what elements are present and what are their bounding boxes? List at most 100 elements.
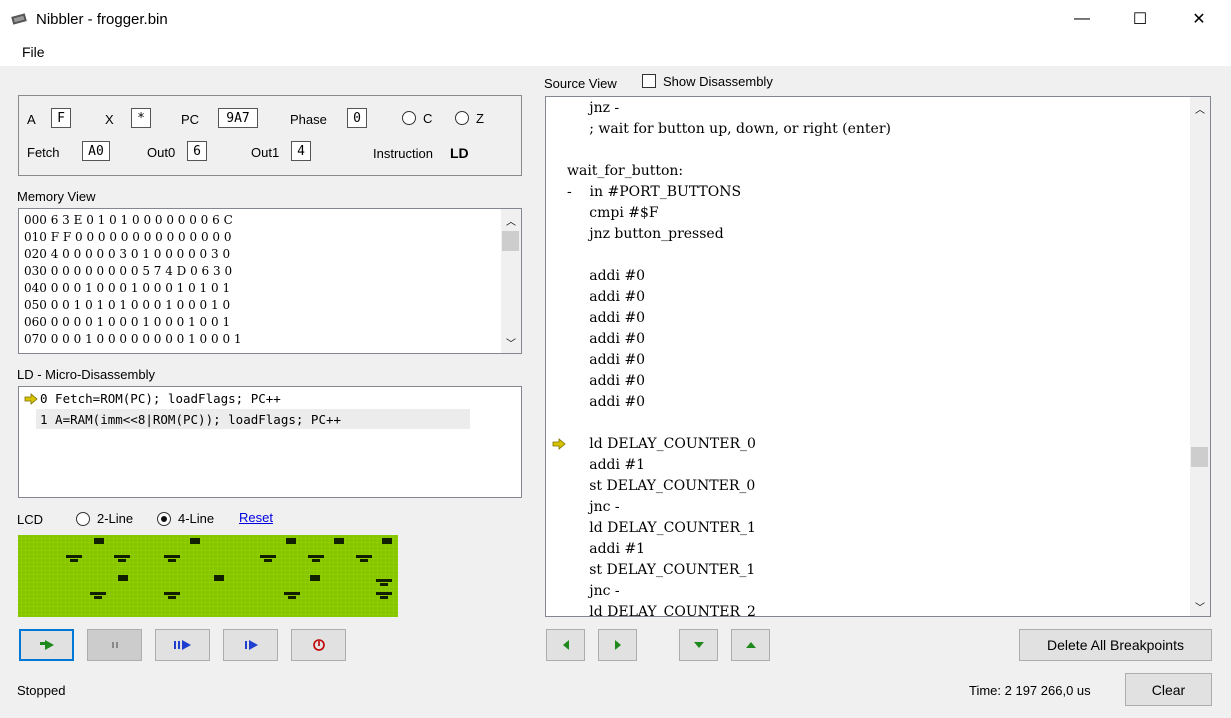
- scroll-up-icon[interactable]: ︿: [506, 213, 516, 228]
- source-line: ld DELAY_COUNTER_1: [567, 520, 756, 536]
- nav-left-button[interactable]: [546, 629, 585, 661]
- step-over-button[interactable]: [155, 629, 210, 661]
- instruction-label: Instruction: [373, 146, 433, 161]
- source-line: addi #0: [567, 310, 646, 326]
- status-text: Stopped: [17, 683, 66, 698]
- source-view-label: Source View: [544, 76, 617, 91]
- phase-label: Phase: [290, 112, 327, 127]
- source-line: addi #0: [567, 289, 646, 305]
- memory-row: 010 F F 0 0 0 0 0 0 0 0 0 0 0 0 0 0: [24, 230, 232, 244]
- step-button[interactable]: [223, 629, 278, 661]
- memory-row: 020 4 0 0 0 0 0 3 0 1 0 0 0 0 0 3 0: [24, 247, 231, 261]
- memory-row: 050 0 0 1 0 1 0 1 0 0 0 1 0 0 0 1 0: [24, 298, 231, 312]
- title-bar: [0, 0, 1231, 38]
- lcd-character-grid: [18, 535, 398, 617]
- lcd-display: [18, 535, 398, 617]
- c-flag-label: C: [423, 111, 433, 126]
- minimize-button[interactable]: —: [1053, 0, 1111, 38]
- nav-right-button[interactable]: [598, 629, 637, 661]
- source-line: st DELAY_COUNTER_1: [567, 562, 756, 578]
- triangle-up-icon: [745, 642, 756, 648]
- source-scrollbar[interactable]: ︿ ﹀: [1190, 97, 1210, 616]
- nav-up-button[interactable]: [731, 629, 770, 661]
- memory-view[interactable]: 000 6 3 E 0 1 0 1 0 0 0 0 0 0 0 6 C 010 …: [18, 208, 522, 354]
- current-step-arrow-icon: [24, 393, 38, 405]
- source-line: addi #0: [567, 352, 646, 368]
- reset-link[interactable]: Reset: [239, 510, 273, 525]
- scroll-up-icon[interactable]: ︿: [1195, 101, 1205, 116]
- out0-register: 6: [187, 141, 207, 161]
- instruction-value: LD: [450, 145, 469, 161]
- c-flag-indicator: [402, 111, 416, 125]
- pause-icon: [111, 642, 118, 648]
- source-line: jnc -: [567, 583, 620, 599]
- two-line-radio[interactable]: [76, 512, 90, 526]
- a-register: F: [51, 108, 71, 128]
- memory-view-label: Memory View: [17, 189, 96, 204]
- show-disassembly-checkbox[interactable]: [642, 74, 656, 88]
- out1-register: 4: [291, 141, 311, 161]
- nav-down-button[interactable]: [679, 629, 718, 661]
- source-line: wait_for_button:: [567, 163, 684, 179]
- memory-scroll-thumb[interactable]: [502, 231, 519, 251]
- source-line: - in #PORT_BUTTONS: [567, 184, 742, 200]
- a-label: A: [27, 112, 36, 127]
- source-line: addi #0: [567, 394, 646, 410]
- z-flag-label: Z: [476, 111, 484, 126]
- delete-all-breakpoints-button[interactable]: Delete All Breakpoints: [1019, 629, 1212, 661]
- pause-button[interactable]: [87, 629, 142, 661]
- source-view[interactable]: jnz - ; wait for button up, down, or rig…: [545, 96, 1211, 617]
- pc-label: PC: [181, 112, 200, 127]
- reset-cpu-button[interactable]: [291, 629, 346, 661]
- source-scroll-thumb[interactable]: [1191, 447, 1208, 467]
- current-line-arrow-icon: [552, 438, 566, 450]
- out1-label: Out1: [251, 145, 280, 160]
- source-line: addi #0: [567, 268, 646, 284]
- memory-row: 000 6 3 E 0 1 0 1 0 0 0 0 0 0 0 6 C: [24, 213, 233, 227]
- x-label: X: [105, 112, 114, 127]
- close-button[interactable]: ✕: [1170, 0, 1228, 38]
- triangle-down-icon: [693, 642, 704, 648]
- source-line: addi #1: [567, 541, 646, 557]
- micro-step-row: 1 A=RAM(imm<<8|ROM(PC)); loadFlags; PC++: [40, 412, 342, 427]
- memory-row: 030 0 0 0 0 0 0 0 0 5 7 4 D 0 6 3 0: [24, 264, 233, 278]
- play-icon: [39, 640, 54, 650]
- triangle-left-icon: [562, 640, 569, 650]
- source-line: ; wait for button up, down, or right (en…: [567, 121, 891, 137]
- time-display: Time: 2 197 266,0 us: [969, 683, 1091, 698]
- four-line-radio[interactable]: [157, 512, 171, 526]
- menu-file[interactable]: File: [22, 44, 45, 60]
- memory-row: 060 0 0 0 0 1 0 0 0 1 0 0 0 1 0 0 1: [24, 315, 231, 329]
- source-line: cmpi #$F: [567, 205, 659, 221]
- power-icon: [312, 639, 325, 651]
- step-over-icon: [173, 640, 191, 650]
- micro-disassembly-view[interactable]: 0 Fetch=ROM(PC); loadFlags; PC++ 1 A=RAM…: [18, 386, 522, 498]
- fetch-register: A0: [82, 141, 110, 161]
- fetch-label: Fetch: [27, 145, 60, 160]
- micro-disassembly-label: LD - Micro-Disassembly: [17, 367, 155, 382]
- show-disassembly-label: Show Disassembly: [663, 74, 773, 89]
- maximize-button[interactable]: ☐: [1111, 0, 1169, 38]
- z-flag-indicator: [455, 111, 469, 125]
- four-line-label: 4-Line: [178, 511, 215, 526]
- clear-button[interactable]: Clear: [1125, 673, 1212, 706]
- source-line: ld DELAY_COUNTER_2: [567, 604, 756, 617]
- x-register: *: [131, 108, 151, 128]
- step-icon: [244, 640, 258, 650]
- source-line: jnz button_pressed: [567, 226, 724, 242]
- chip-icon: [11, 13, 27, 25]
- scroll-down-icon[interactable]: ﹀: [1195, 599, 1205, 614]
- window-title: Nibbler - frogger.bin: [36, 11, 168, 28]
- source-line: jnz -: [567, 100, 620, 116]
- registers-panel: [18, 95, 522, 176]
- triangle-right-icon: [614, 640, 621, 650]
- memory-row: 040 0 0 0 1 0 0 0 1 0 0 0 1 0 1 0 1: [24, 281, 231, 295]
- lcd-label: LCD: [17, 512, 44, 527]
- source-line: st DELAY_COUNTER_0: [567, 478, 756, 494]
- memory-row: 070 0 0 0 1 0 0 0 0 0 0 0 0 1 0 0 0 1: [24, 332, 242, 346]
- pc-register: 9A7: [218, 108, 258, 128]
- run-button[interactable]: [19, 629, 74, 661]
- scroll-down-icon[interactable]: ﹀: [506, 335, 516, 350]
- memory-scrollbar[interactable]: ︿ ﹀: [501, 209, 521, 353]
- two-line-label: 2-Line: [97, 511, 134, 526]
